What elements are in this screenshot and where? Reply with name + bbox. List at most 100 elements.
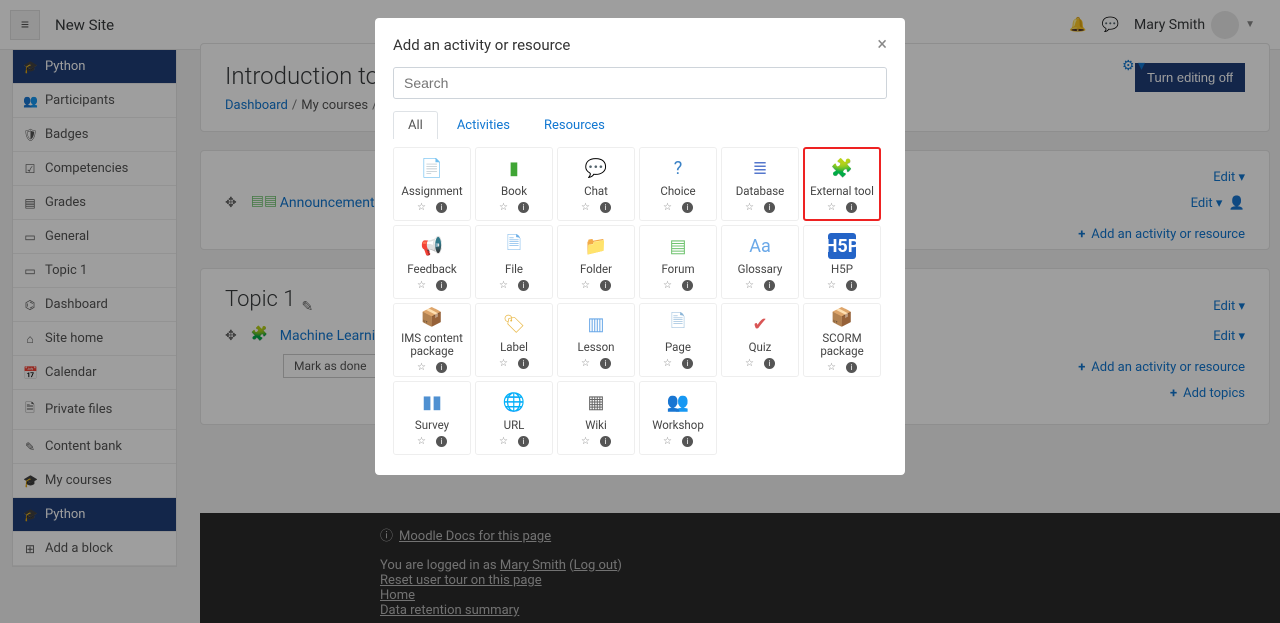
star-icon[interactable] [745,280,754,291]
star-icon[interactable] [581,358,590,369]
activity-actions: i [827,362,857,373]
star-icon[interactable] [499,280,508,291]
info-icon[interactable]: i [436,362,447,373]
info-icon[interactable]: i [518,202,529,213]
activity-option-h5p[interactable]: H5PH5Pi [803,225,881,299]
activity-name-label: Wiki [585,419,607,432]
info-icon[interactable]: i [764,202,775,213]
activity-name-label: SCORM package [806,332,878,357]
star-icon[interactable] [581,202,590,213]
info-icon[interactable]: i [600,202,611,213]
activity-name-label: External tool [810,185,874,198]
activity-name-label: Workshop [652,419,704,432]
close-icon[interactable]: × [877,34,887,55]
scorm-package-icon: 📦 [828,307,856,328]
activity-actions: i [499,280,529,291]
info-icon[interactable]: i [600,280,611,291]
star-icon[interactable] [745,358,754,369]
star-icon[interactable] [663,280,672,291]
book-icon: ▮ [500,155,528,181]
tab-all[interactable]: All [393,111,438,139]
activity-option-folder[interactable]: 📁Folderi [557,225,635,299]
search-input[interactable] [393,67,887,99]
modal-title: Add an activity or resource [393,36,570,54]
star-icon[interactable] [417,202,426,213]
info-icon[interactable]: i [682,358,693,369]
activity-option-glossary[interactable]: AaGlossaryi [721,225,799,299]
activity-actions: i [499,202,529,213]
glossary-icon: Aa [746,233,774,259]
activity-option-wiki[interactable]: ▦Wikii [557,381,635,455]
info-icon[interactable]: i [682,280,693,291]
star-icon[interactable] [581,280,590,291]
activity-option-book[interactable]: ▮Booki [475,147,553,221]
star-icon[interactable] [663,436,672,447]
page-icon: 🗎 [664,311,692,337]
star-icon[interactable] [499,358,508,369]
quiz-icon: ✔ [746,311,774,337]
activity-chooser-modal: Add an activity or resource × AllActivit… [375,18,905,475]
activity-option-quiz[interactable]: ✔Quizi [721,303,799,377]
activity-name-label: Forum [661,263,694,276]
star-icon[interactable] [417,436,426,447]
info-icon[interactable]: i [846,280,857,291]
chat-icon: 💬 [582,155,610,181]
database-icon: ≣ [746,155,774,181]
star-icon[interactable] [499,202,508,213]
activity-name-label: URL [504,419,525,432]
activity-name-label: Feedback [407,263,456,276]
activity-actions: i [745,202,775,213]
activity-name-label: Assignment [401,185,462,198]
info-icon[interactable]: i [682,202,693,213]
star-icon[interactable] [827,280,836,291]
info-icon[interactable]: i [436,202,447,213]
activity-option-database[interactable]: ≣Databasei [721,147,799,221]
star-icon[interactable] [663,202,672,213]
star-icon[interactable] [581,436,590,447]
info-icon[interactable]: i [518,358,529,369]
activity-option-scorm-package[interactable]: 📦 SCORM package i [803,303,881,377]
info-icon[interactable]: i [846,362,857,373]
activity-option-ims-content-package[interactable]: 📦IMS content packagei [393,303,471,377]
activity-option-workshop[interactable]: 👥Workshopi [639,381,717,455]
url-icon: 🌐 [500,389,528,415]
star-icon[interactable] [499,436,508,447]
activity-option-external-tool[interactable]: 🧩External tooli [803,147,881,221]
forum-icon: ▤ [664,233,692,259]
activity-actions: i [417,202,447,213]
info-icon[interactable]: i [436,436,447,447]
activity-option-page[interactable]: 🗎Pagei [639,303,717,377]
star-icon[interactable] [417,280,426,291]
info-icon[interactable]: i [764,280,775,291]
activity-option-forum[interactable]: ▤ Forum i [639,225,717,299]
feedback-icon: 📢 [418,233,446,259]
activity-actions: i [499,358,529,369]
info-icon[interactable]: i [846,202,857,213]
activity-option-url[interactable]: 🌐 URL i [475,381,553,455]
info-icon[interactable]: i [682,436,693,447]
info-icon[interactable]: i [764,358,775,369]
activity-option-label[interactable]: 🏷Labeli [475,303,553,377]
star-icon[interactable] [663,358,672,369]
activity-option-file[interactable]: 🗎Filei [475,225,553,299]
star-icon[interactable] [745,202,754,213]
activity-actions: i [745,280,775,291]
info-icon[interactable]: i [518,436,529,447]
activity-option-choice[interactable]: ?Choicei [639,147,717,221]
info-icon[interactable]: i [518,280,529,291]
info-icon[interactable]: i [600,436,611,447]
activity-option-lesson[interactable]: ▥Lessoni [557,303,635,377]
activity-name-label: Folder [580,263,612,276]
star-icon[interactable] [417,362,426,373]
star-icon[interactable] [827,202,836,213]
info-icon[interactable]: i [436,280,447,291]
activity-option-feedback[interactable]: 📢 Feedback i [393,225,471,299]
activity-option-chat[interactable]: 💬Chati [557,147,635,221]
tab-activities[interactable]: Activities [442,111,525,139]
assignment-icon: 📄 [418,155,446,181]
info-icon[interactable]: i [600,358,611,369]
activity-option-assignment[interactable]: 📄 Assignment i [393,147,471,221]
activity-option-survey[interactable]: ▮▮Surveyi [393,381,471,455]
tab-resources[interactable]: Resources [529,111,620,139]
star-icon[interactable] [827,362,836,373]
